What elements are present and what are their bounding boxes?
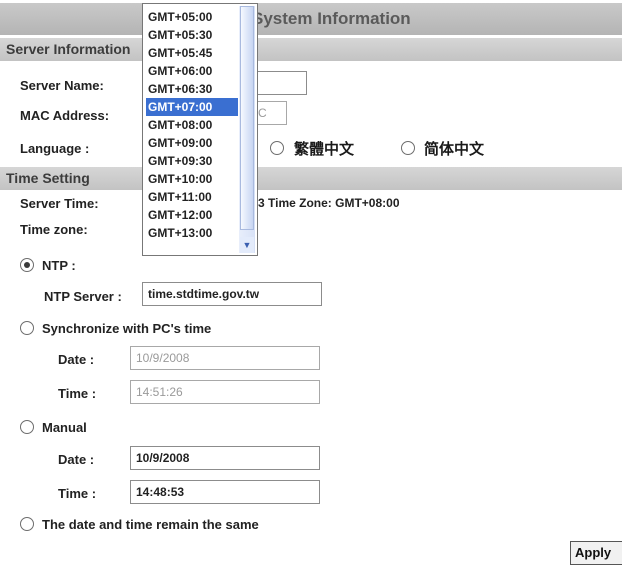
sync-pc-date-label: Date : xyxy=(58,352,95,367)
time-zone-option-selected[interactable]: GMT+07:00 xyxy=(146,98,238,116)
time-zone-dropdown[interactable]: GMT+05:00 GMT+05:30 GMT+05:45 GMT+06:00 … xyxy=(142,3,258,256)
ntp-server-label: NTP Server : xyxy=(44,289,122,304)
scroll-down-arrow-icon[interactable]: ▼ xyxy=(240,237,254,253)
time-zone-option[interactable]: GMT+10:00 xyxy=(146,170,238,188)
language-option-simplified: 简体中文 xyxy=(424,141,485,158)
server-info-section-label: Server Information xyxy=(6,41,131,57)
time-zone-option[interactable]: GMT+09:00 xyxy=(146,134,238,152)
apply-button[interactable]: Apply xyxy=(570,541,622,565)
time-zone-option[interactable]: GMT+06:00 xyxy=(146,62,238,80)
manual-label: Manual xyxy=(42,420,87,435)
manual-time-input[interactable]: 14:48:53 xyxy=(130,480,320,504)
manual-date-label: Date : xyxy=(58,452,95,467)
sync-pc-date-input: 10/9/2008 xyxy=(130,346,320,370)
sync-pc-time-label: Time : xyxy=(58,386,97,401)
ntp-label: NTP : xyxy=(42,258,76,273)
time-zone-option[interactable]: GMT+05:45 xyxy=(146,44,238,62)
ntp-server-input[interactable]: time.stdtime.gov.tw xyxy=(142,282,322,306)
sync-pc-radio[interactable] xyxy=(20,321,34,335)
server-name-label: Server Name: xyxy=(20,78,104,93)
time-zone-option[interactable]: GMT+08:00 xyxy=(146,116,238,134)
server-time-label: Server Time: xyxy=(20,196,99,211)
time-zone-option[interactable]: GMT+09:30 xyxy=(146,152,238,170)
dropdown-scrollbar[interactable]: ▼ xyxy=(239,6,255,253)
time-zone-option[interactable]: GMT+12:00 xyxy=(146,206,238,224)
time-zone-option[interactable]: GMT+13:00 xyxy=(146,224,238,242)
server-time-value: 3 Time Zone: GMT+08:00 xyxy=(258,196,400,210)
mac-address-label: MAC Address: xyxy=(20,108,110,123)
manual-date-input[interactable]: 10/9/2008 xyxy=(130,446,320,470)
ntp-radio[interactable] xyxy=(20,258,34,272)
language-radio-simplified[interactable] xyxy=(401,141,415,155)
page-title: System Information xyxy=(252,9,411,28)
remain-same-radio[interactable] xyxy=(20,517,34,531)
server-name-input[interactable] xyxy=(252,71,307,95)
language-label: Language : xyxy=(20,141,90,156)
time-setting-section-header xyxy=(0,167,622,190)
time-zone-option[interactable]: GMT+11:00 xyxy=(146,188,238,206)
time-zone-option[interactable]: GMT+05:30 xyxy=(146,26,238,44)
manual-time-label: Time : xyxy=(58,486,97,501)
sync-pc-time-input: 14:51:26 xyxy=(130,380,320,404)
time-setting-section-label: Time Setting xyxy=(6,170,90,186)
remain-same-label: The date and time remain the same xyxy=(42,517,259,532)
manual-radio[interactable] xyxy=(20,420,34,434)
time-zone-option[interactable]: GMT+06:30 xyxy=(146,80,238,98)
time-zone-label: Time zone: xyxy=(20,222,88,237)
time-zone-option[interactable]: GMT+05:00 xyxy=(146,8,238,26)
scrollbar-thumb[interactable] xyxy=(240,6,254,230)
sync-pc-label: Synchronize with PC's time xyxy=(42,321,212,336)
language-radio-traditional[interactable] xyxy=(270,141,284,155)
language-option-traditional: 繁體中文 xyxy=(294,141,355,158)
